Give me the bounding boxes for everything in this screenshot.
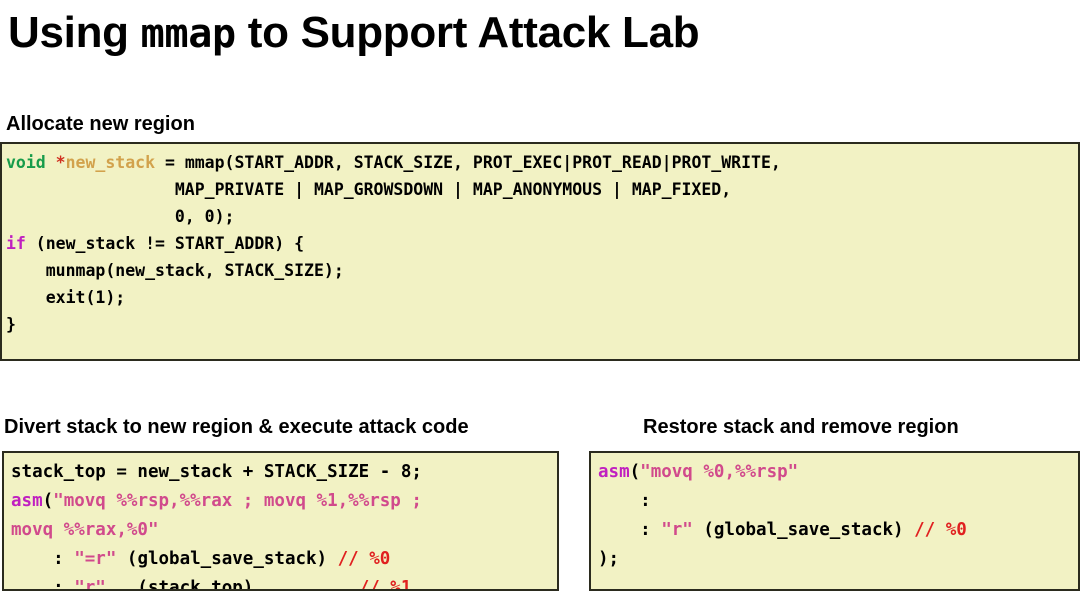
section-heading-restore: Restore stack and remove region [643, 416, 959, 438]
code-text-allocate: void *new_stack = mmap(START_ADDR, STACK… [2, 144, 1078, 338]
code-token-input-colon-restore: : [598, 520, 662, 540]
code-token-asm-string-1: "movq %%rsp,%%rax ; movq %1,%%rsp ; [53, 491, 422, 511]
code-token-constraint-out: "=r" [74, 549, 117, 569]
code-line-map-flags: MAP_PRIVATE | MAP_GROWSDOWN | MAP_ANONYM… [6, 180, 732, 199]
code-token-if-condition: (new_stack != START_ADDR) { [25, 234, 305, 253]
code-line-munmap: munmap(new_stack, STACK_SIZE); [6, 261, 344, 280]
code-token-constraint-restore: "r" [661, 520, 693, 540]
code-line-stack-top: stack_top = new_stack + STACK_SIZE - 8; [11, 462, 422, 482]
page-title-mono-mmap: mmap [140, 11, 236, 57]
code-token-asm: asm [11, 491, 43, 511]
code-token-new-stack: new_stack [65, 153, 156, 172]
code-line-zero-args: 0, 0); [6, 207, 235, 226]
section-heading-allocate: Allocate new region [6, 113, 195, 135]
code-token-asm-string-restore: "movq %0,%%rsp" [640, 462, 799, 482]
code-token-asm-string-2: movq %%rax,%0" [11, 520, 159, 540]
code-block-restore-stack: asm("movq %0,%%rsp" : : "r" (global_save… [589, 451, 1080, 591]
code-token-void: void [6, 153, 56, 172]
code-token-output-colon: : [11, 549, 75, 569]
code-token-operand-restore: (global_save_stack) [692, 520, 915, 540]
code-block-divert-stack: stack_top = new_stack + STACK_SIZE - 8; … [2, 451, 559, 591]
page-title-part1: Using [8, 8, 141, 57]
code-comment-percent0: // %0 [337, 549, 391, 569]
code-line-close-brace: } [6, 315, 16, 334]
code-token-pointer-star: * [55, 153, 66, 172]
code-line-exit: exit(1); [6, 288, 126, 307]
code-token-open-paren: ( [42, 491, 54, 511]
code-token-empty-colon: : [598, 491, 651, 511]
code-line-close-paren: ); [598, 549, 620, 569]
page-title-part2: to Support Attack Lab [235, 8, 700, 57]
code-token-mmap-call: = mmap(START_ADDR, STACK_SIZE, PROT_EXEC… [155, 153, 781, 172]
code-block-allocate-region: void *new_stack = mmap(START_ADDR, STACK… [0, 142, 1080, 361]
section-heading-divert: Divert stack to new region & execute att… [4, 416, 469, 438]
page-title: Using mmap to Support Attack Lab [8, 2, 700, 65]
code-token-if: if [6, 234, 26, 253]
code-token-asm-restore: asm [598, 462, 630, 482]
code-comment-percent0-restore: // %0 [914, 520, 967, 540]
code-text-restore: asm("movq %0,%%rsp" : : "r" (global_save… [591, 453, 1078, 574]
code-text-divert: stack_top = new_stack + STACK_SIZE - 8; … [4, 453, 557, 589]
code-token-open-paren-restore: ( [629, 462, 641, 482]
code-token-operand-out: (global_save_stack) [116, 549, 338, 569]
